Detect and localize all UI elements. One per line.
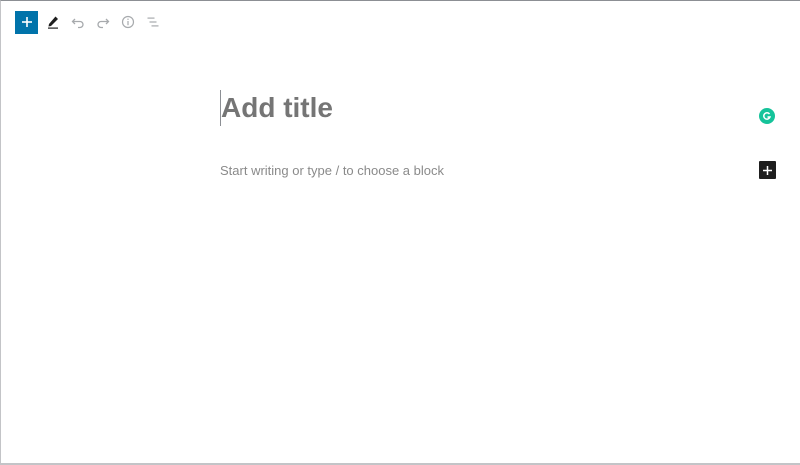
editor-top-toolbar — [15, 10, 166, 34]
redo-button[interactable] — [91, 10, 115, 34]
list-view-button[interactable] — [141, 10, 165, 34]
grammarly-button[interactable] — [759, 108, 775, 124]
list-view-icon — [147, 17, 159, 27]
undo-icon — [71, 18, 84, 29]
post-title-field[interactable]: Add title — [220, 89, 333, 127]
block-inserter-button[interactable] — [759, 161, 776, 179]
undo-button[interactable] — [66, 10, 90, 34]
block-placeholder[interactable]: Start writing or type / to choose a bloc… — [220, 162, 444, 180]
info-icon — [121, 15, 135, 29]
plus-icon — [21, 17, 32, 27]
tools-button[interactable] — [41, 10, 65, 34]
pencil-icon — [48, 16, 58, 29]
grammarly-icon — [763, 112, 772, 120]
details-button[interactable] — [116, 10, 140, 34]
block-editor: Add title Start writing or type / to cho… — [0, 0, 800, 465]
post-title-placeholder[interactable]: Add title — [221, 89, 333, 127]
add-block-button[interactable] — [15, 10, 38, 34]
redo-icon — [97, 18, 110, 29]
plus-icon — [763, 165, 772, 175]
